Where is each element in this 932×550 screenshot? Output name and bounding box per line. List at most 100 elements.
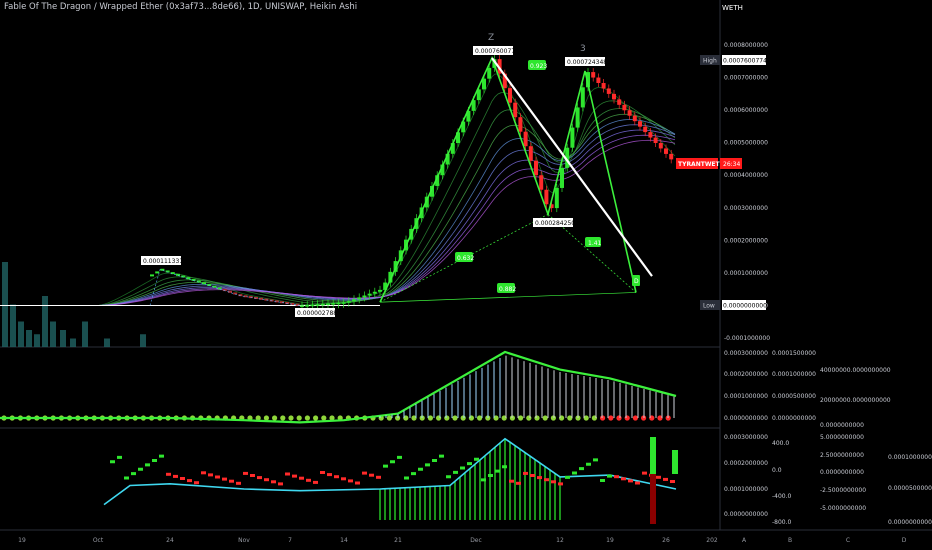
candle	[669, 153, 674, 160]
price-tick: 0.0001000000	[724, 270, 768, 277]
candle	[367, 293, 372, 296]
staircase-mark	[607, 474, 612, 478]
staircase-mark	[369, 473, 374, 477]
chart-canvas[interactable]: 0.00080000000.00070000000.00060000000.00…	[0, 0, 932, 550]
staircase-mark	[334, 475, 339, 479]
osc1-tick: 0.0001000000	[724, 393, 768, 400]
staircase-mark	[642, 471, 647, 475]
high-label: High	[703, 58, 717, 65]
staircase-mark	[628, 479, 633, 483]
candle	[617, 99, 622, 105]
mid-trough-label: 0.0002842509	[535, 220, 579, 227]
staircase-mark	[383, 464, 388, 468]
candle	[331, 303, 336, 305]
ratio-label-2: 0.923	[530, 63, 547, 70]
osc2-tick: 0.0001000000	[724, 486, 768, 493]
staircase-mark	[411, 472, 416, 476]
price-tick: -0.0001000000	[724, 335, 770, 342]
staircase-mark	[488, 474, 493, 477]
time-tick: Nov	[238, 537, 250, 544]
staircase-mark	[551, 480, 556, 484]
staircase-mark	[530, 474, 535, 477]
staircase-mark	[565, 475, 570, 479]
ma-ribbon-line	[0, 73, 676, 306]
signal-dot	[288, 415, 294, 421]
time-tick: 19	[606, 537, 614, 544]
staircase-mark	[460, 466, 465, 470]
volume-bar	[10, 304, 16, 347]
ma-ribbon-line	[0, 124, 676, 306]
candle	[315, 304, 320, 306]
osc2-tick: 0.0002000000	[724, 460, 768, 467]
candle	[643, 126, 648, 133]
staircase-mark	[124, 476, 129, 480]
candle	[560, 167, 564, 188]
price-tick: 0.0006000000	[724, 107, 768, 114]
time-tick: C	[846, 537, 850, 544]
candle	[160, 268, 165, 271]
signal-dot	[460, 415, 466, 421]
candle	[320, 303, 325, 306]
time-tick: 12	[556, 537, 564, 544]
staircase-mark	[495, 469, 500, 473]
candle	[310, 304, 315, 307]
staircase-mark	[600, 479, 605, 482]
candle	[539, 175, 544, 190]
candle	[622, 104, 627, 111]
left-peak-label: 0.0001113319	[143, 258, 187, 265]
staircase-mark	[299, 476, 304, 480]
signal-dot	[272, 415, 278, 421]
signal-dot	[263, 415, 269, 421]
staircase-mark	[544, 478, 549, 482]
candle	[612, 93, 616, 100]
signal-dot	[632, 415, 639, 421]
staircase-mark	[320, 471, 325, 474]
candle	[269, 299, 274, 302]
staircase-mark	[432, 459, 437, 462]
staircase-mark	[670, 480, 675, 483]
pattern-base	[379, 292, 637, 303]
osc2-mid-tick: 0.0	[772, 467, 782, 474]
staircase-mark	[194, 481, 199, 485]
candle	[378, 289, 382, 292]
volume-bar	[60, 330, 66, 347]
volume-bar	[104, 338, 110, 347]
time-tick: A	[742, 537, 747, 544]
candle	[632, 115, 637, 122]
time-tick: B	[788, 537, 792, 544]
osc2-right-tick: 5.0000000000	[820, 434, 864, 441]
signal-dot	[296, 415, 302, 421]
osc1-mid-tick: 0.0000500000	[772, 393, 816, 400]
trendline	[491, 57, 653, 277]
candle	[648, 132, 653, 138]
ma-ribbon	[0, 73, 676, 306]
staircase-mark	[376, 475, 381, 479]
staircase-mark	[159, 454, 164, 458]
osc2-right-tick: -5.0000000000	[820, 505, 866, 512]
candle	[575, 107, 580, 128]
staircase-mark	[621, 477, 626, 481]
staircase-mark	[257, 476, 262, 480]
staircase-mark	[187, 479, 192, 483]
symbol-label: TYRANTWETH	[678, 161, 725, 168]
price-axes: 0.00080000000.00070000000.00060000000.00…	[724, 42, 932, 526]
histogram-bar	[650, 437, 656, 474]
staircase-mark	[523, 471, 528, 475]
candle	[554, 187, 559, 209]
staircase-mark	[250, 474, 255, 477]
volume-bar	[34, 334, 40, 347]
volume-bar	[26, 330, 32, 347]
volume-bar	[140, 334, 146, 347]
candle	[518, 117, 523, 132]
staircase-mark	[404, 476, 409, 480]
staircase-mark	[355, 481, 360, 485]
staircase-mark	[264, 478, 269, 482]
letter-z: Z	[488, 33, 494, 43]
signal-dot	[526, 415, 532, 421]
harmonic-pattern	[149, 55, 653, 306]
signal-dot	[321, 415, 327, 421]
staircase-mark	[348, 479, 353, 483]
staircase-mark	[572, 471, 577, 475]
candle	[217, 287, 222, 290]
candle	[523, 131, 528, 147]
